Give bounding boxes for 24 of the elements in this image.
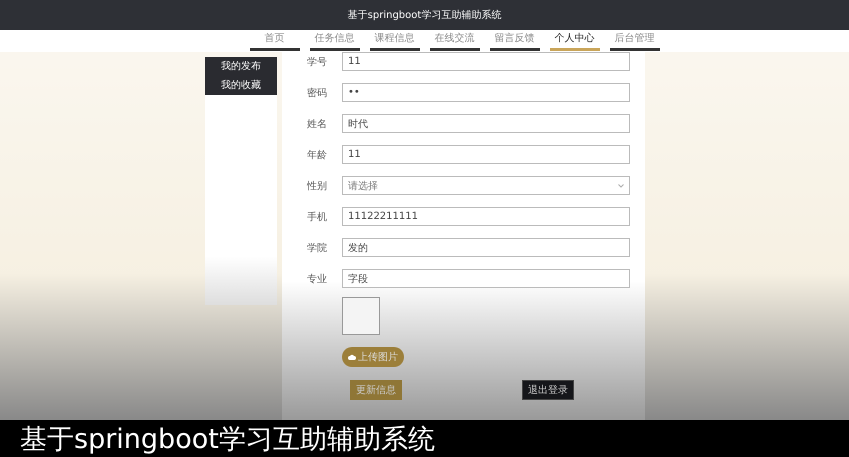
chevron-down-icon <box>618 184 624 188</box>
image-placeholder <box>342 297 380 335</box>
field-label: 密码 <box>307 86 328 100</box>
caption-text: 基于springboot学习互助辅助系统 <box>20 422 435 456</box>
logout-button[interactable]: 退出登录 <box>522 380 574 400</box>
input-field[interactable]: 11122211111 <box>342 207 630 226</box>
sidebar-item[interactable]: 我的发布 <box>205 57 277 76</box>
cloud-icon <box>348 354 356 360</box>
field-label: 性别 <box>307 180 328 192</box>
site-title: 基于springboot学习互助辅助系统 <box>348 8 502 22</box>
select-field[interactable]: 请选择 <box>342 176 630 195</box>
field-label: 学号 <box>307 56 328 68</box>
input-field[interactable]: 11 <box>342 145 630 164</box>
input-field[interactable]: 发的 <box>342 238 630 257</box>
sidebar-item[interactable]: 我的收藏 <box>205 76 277 95</box>
field-label: 年龄 <box>307 148 328 162</box>
input-field[interactable]: 时代 <box>342 114 630 133</box>
field-label: 手机 <box>307 210 328 224</box>
field-label: 姓名 <box>307 118 328 130</box>
field-label: 学院 <box>307 242 328 254</box>
field-label: 专业 <box>307 272 328 286</box>
input-field[interactable]: 11 <box>342 52 630 71</box>
input-field[interactable]: 字段 <box>342 269 630 288</box>
input-field[interactable]: •• <box>342 83 630 102</box>
